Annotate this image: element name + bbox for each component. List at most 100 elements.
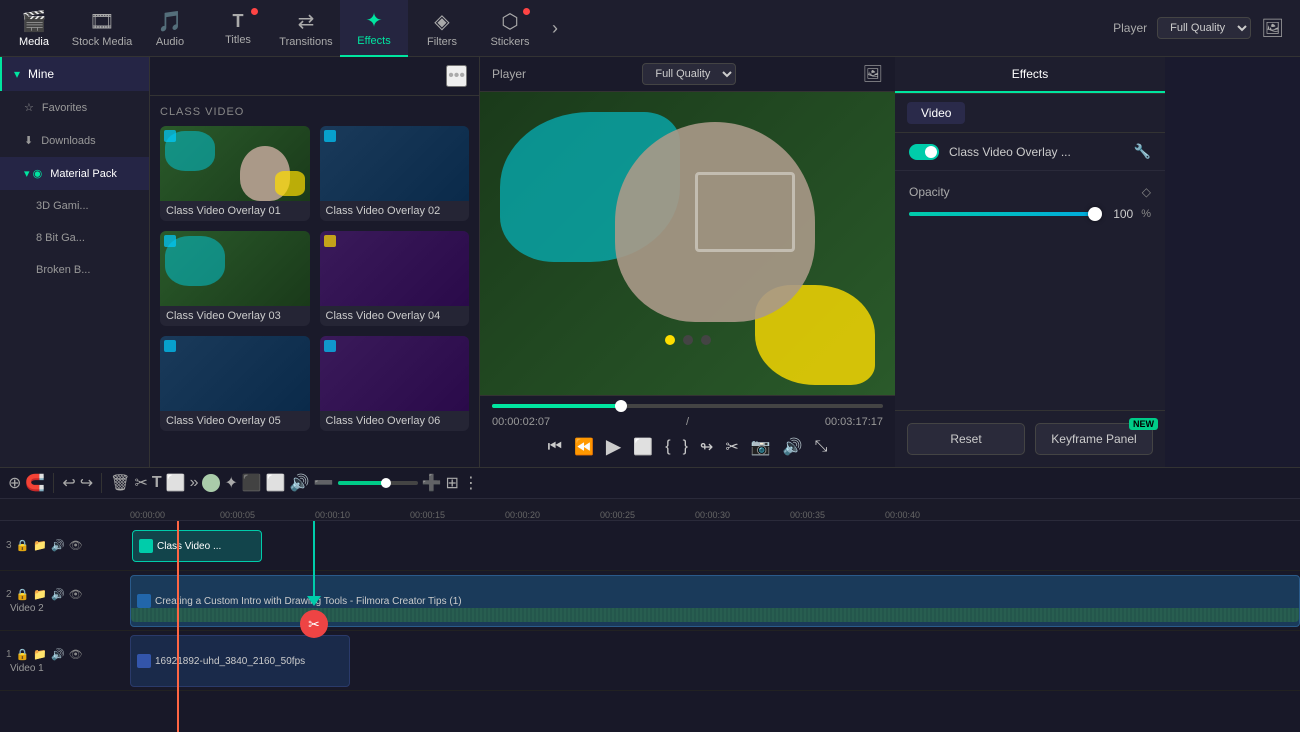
audio-timeline-button[interactable]: 🔊 — [290, 473, 310, 493]
quality-select-player[interactable]: Full Quality 1/2 Quality — [642, 63, 736, 85]
new-badge: NEW — [1129, 418, 1158, 430]
opacity-slider[interactable] — [909, 212, 1095, 216]
undo-button[interactable]: ↩ — [62, 473, 75, 493]
rewind-button[interactable]: ⏮ — [548, 438, 562, 456]
keyframe-panel-button[interactable]: Keyframe Panel NEW — [1035, 423, 1153, 455]
zoom-plus-button[interactable]: ➕ — [422, 473, 442, 493]
right-panel: Effects Video Class Video Overlay ... 🔧 … — [895, 57, 1165, 467]
track1-lock-icon[interactable]: 🔒 — [16, 648, 30, 661]
track2-name: Video 2 — [6, 603, 124, 614]
track3-eye-icon[interactable]: 👁 — [69, 539, 83, 552]
volume-button[interactable]: 🔊 — [783, 437, 803, 457]
video-progress-bar[interactable] — [492, 404, 883, 408]
sidebar-item-3d-gaming[interactable]: 3D Gami... — [0, 190, 149, 222]
clip-overlay-track3[interactable]: Class Video ... — [132, 530, 262, 562]
zoom-minus-button[interactable]: ➖ — [314, 473, 334, 493]
quality-select[interactable]: Full Quality 1/2 Quality 1/4 Quality — [1157, 17, 1251, 39]
color-button[interactable] — [202, 474, 220, 492]
more-tabs-button[interactable]: › — [544, 18, 566, 39]
track2-lock-icon[interactable]: 🔒 — [16, 588, 30, 601]
track1-row: 16921892-uhd_3840_2160_50fps — [130, 631, 1300, 691]
tab-media[interactable]: 🎬 Media — [0, 0, 68, 57]
track2-folder-icon[interactable]: 📁 — [33, 588, 47, 601]
sidebar-item-favorites[interactable]: ☆ Favorites — [0, 91, 149, 124]
playhead[interactable] — [177, 521, 179, 732]
redo-button[interactable]: ↪ — [80, 473, 93, 493]
media-icon: 🎬 — [22, 9, 47, 34]
more-options-button[interactable]: ⋮ — [463, 473, 479, 493]
player-label: Player — [1113, 21, 1147, 35]
effect-toggle[interactable] — [909, 144, 939, 160]
track1-audio-icon[interactable]: 🔊 — [51, 648, 65, 661]
reset-button[interactable]: Reset — [907, 423, 1025, 455]
sidebar-item-8bit[interactable]: 8 Bit Ga... — [0, 222, 149, 254]
effects-timeline-button[interactable]: ✦ — [224, 473, 237, 493]
effect-label-cvo2: Class Video Overlay 02 — [320, 201, 470, 221]
opacity-fill — [909, 212, 1095, 216]
fullscreen-button[interactable]: ⬜ — [633, 437, 653, 457]
add-to-timeline-button[interactable]: ↬ — [700, 437, 713, 457]
video-time-display: 00:00:02:07 / 00:03:17:17 — [492, 416, 883, 428]
opacity-label-row: Opacity ◇ — [909, 185, 1151, 199]
video-topbar: Player Full Quality 1/2 Quality 🖼 — [480, 57, 895, 92]
effect-card-cvo3[interactable]: Class Video Overlay 03 — [160, 231, 310, 326]
sidebar-item-material-pack[interactable]: ▾ ◉ Material Pack — [0, 157, 149, 190]
effect-card-cvo1[interactable]: Class Video Overlay 01 — [160, 126, 310, 221]
thumb-dot-cvo2 — [324, 130, 336, 142]
track1-folder-icon[interactable]: 📁 — [33, 648, 47, 661]
crop-timeline-button[interactable]: ⬜ — [166, 473, 186, 493]
rp-tab-effects[interactable]: Effects — [895, 57, 1165, 93]
play-button[interactable]: ▶ — [606, 434, 621, 459]
track3-folder-icon[interactable]: 📁 — [33, 539, 47, 552]
split-button[interactable]: ✂ — [134, 473, 147, 493]
zoom-button[interactable]: ⤡ — [815, 438, 828, 456]
zoom-slider[interactable] — [338, 481, 418, 485]
delete-button[interactable]: 🗑 — [110, 473, 130, 493]
add-track-button[interactable]: ⊕ — [8, 473, 21, 493]
effect-row-left: Class Video Overlay ... — [909, 144, 1071, 160]
mark-out-button[interactable]: } — [683, 438, 688, 456]
overlay-button[interactable]: ⬜ — [266, 473, 286, 493]
video-progress-fill — [492, 404, 621, 408]
video-dots — [665, 335, 711, 345]
effect-card-cvo5[interactable]: Class Video Overlay 05 — [160, 336, 310, 431]
tab-transitions[interactable]: ⇄ Transitions — [272, 0, 340, 57]
mark-in-button[interactable]: { — [665, 438, 670, 456]
downloads-icon: ⬇ — [24, 134, 33, 147]
sidebar-item-mine[interactable]: ▾ Mine — [0, 57, 149, 91]
effect-card-cvo6[interactable]: Class Video Overlay 06 — [320, 336, 470, 431]
track1-name: Video 1 — [6, 663, 124, 674]
opacity-thumb — [1088, 207, 1102, 221]
transform-button[interactable]: ⬛ — [242, 473, 262, 493]
speed-button[interactable]: » — [190, 474, 199, 492]
zoom-fill — [338, 481, 386, 485]
effects-panel: ••• CLASS VIDEO Class Video Overlay 01 — [150, 57, 480, 467]
tab-stock-media[interactable]: 🎞 Stock Media — [68, 0, 136, 57]
text-button[interactable]: T — [152, 474, 162, 492]
clip-video-track1[interactable]: 16921892-uhd_3840_2160_50fps — [130, 635, 350, 687]
effects-more-button[interactable]: ••• — [446, 65, 467, 87]
tab-audio[interactable]: 🎵 Audio — [136, 0, 204, 57]
tab-filters[interactable]: ◈ Filters — [408, 0, 476, 57]
track1-eye-icon[interactable]: 👁 — [69, 648, 83, 661]
effect-label-cvo1: Class Video Overlay 01 — [160, 201, 310, 221]
tab-stickers[interactable]: ⬡ Stickers — [476, 0, 544, 57]
tab-effects[interactable]: ✦ Effects — [340, 0, 408, 57]
step-back-button[interactable]: ⏪ — [574, 437, 594, 457]
effect-card-cvo2[interactable]: Class Video Overlay 02 — [320, 126, 470, 221]
track2-eye-icon[interactable]: 👁 — [69, 588, 83, 601]
crop-button[interactable]: ✂ — [725, 437, 738, 457]
sidebar-item-broken[interactable]: Broken B... — [0, 254, 149, 286]
time-separator: / — [686, 416, 689, 428]
track3-audio-icon[interactable]: 🔊 — [51, 539, 65, 552]
filters-icon: ◈ — [434, 9, 449, 34]
tab-titles[interactable]: T Titles — [204, 0, 272, 57]
grid-button[interactable]: ⊞ — [445, 473, 458, 493]
magnet-button[interactable]: 🧲 — [25, 473, 45, 493]
rp-subtab-video[interactable]: Video — [907, 102, 965, 124]
snapshot-button[interactable]: 📷 — [751, 437, 771, 457]
effect-card-cvo4[interactable]: Class Video Overlay 04 — [320, 231, 470, 326]
sidebar-item-downloads[interactable]: ⬇ Downloads — [0, 124, 149, 157]
track2-audio-icon[interactable]: 🔊 — [51, 588, 65, 601]
track3-lock-icon[interactable]: 🔒 — [16, 539, 30, 552]
